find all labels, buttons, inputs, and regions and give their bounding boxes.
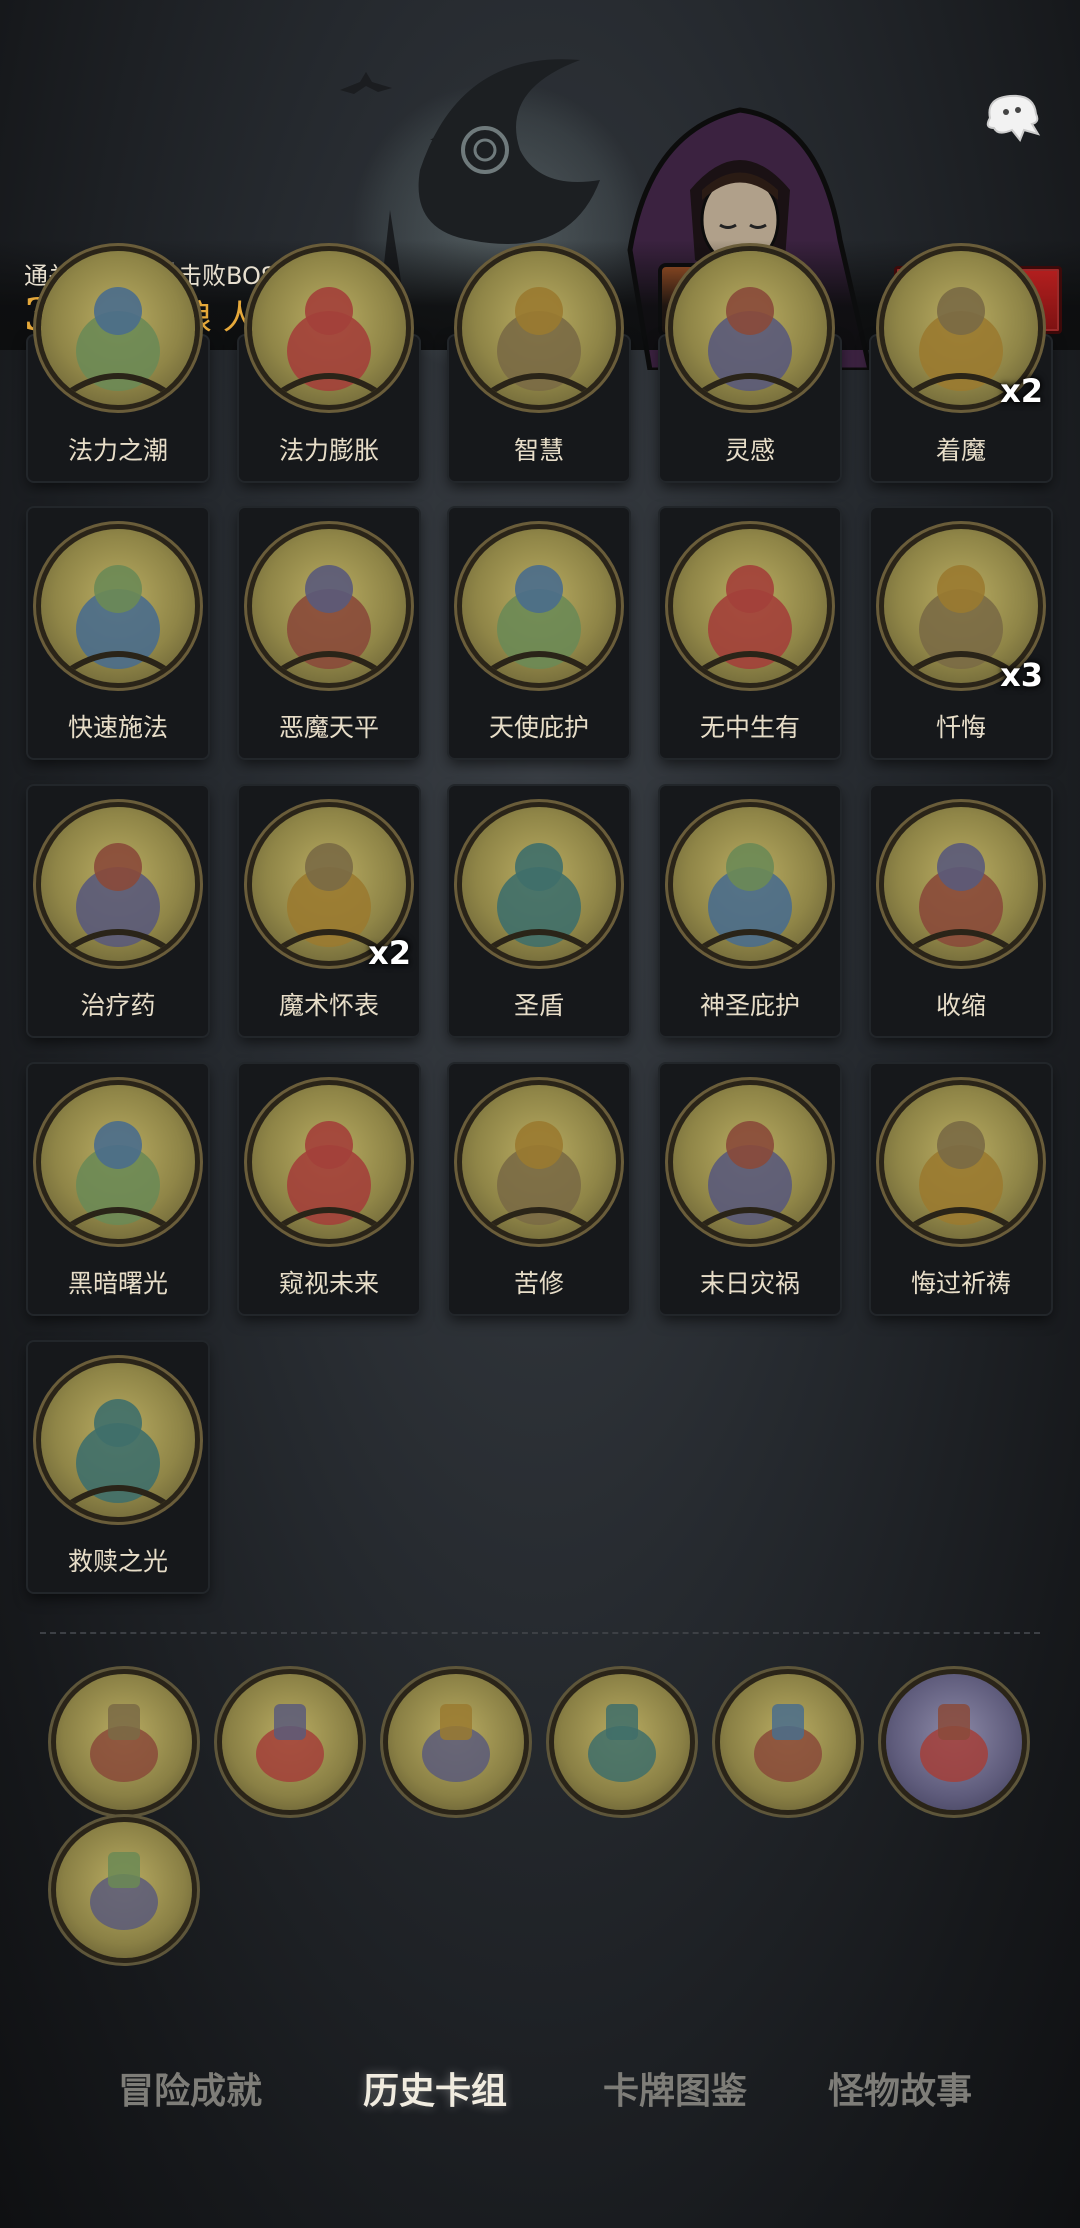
card-tile[interactable]: 悔过祈祷: [871, 1064, 1051, 1314]
card-art-icon: [252, 251, 406, 405]
card-name: 窥视未来: [278, 1269, 379, 1298]
card-tile[interactable]: 窥视未来: [239, 1064, 419, 1314]
card-hand-icon[interactable]: [720, 1674, 856, 1810]
card-tile[interactable]: 智慧: [449, 251, 629, 481]
card-art-icon: [673, 251, 827, 405]
card-art-icon: [462, 251, 616, 405]
card-art-icon: [884, 1085, 1038, 1239]
card-tile[interactable]: 灵感: [660, 251, 840, 481]
crystal-hand-icon[interactable]: [56, 1674, 192, 1810]
card-art-icon: [41, 807, 195, 961]
card-tile[interactable]: 神圣庇护: [660, 786, 840, 1036]
card-tile[interactable]: 法力之潮: [28, 251, 208, 481]
card-art-icon: [673, 529, 827, 683]
card-name: 黑暗曙光: [67, 1269, 168, 1298]
card-tile[interactable]: 无中生有: [660, 508, 840, 758]
musicians-icon[interactable]: [222, 1674, 358, 1810]
card-art-icon: [252, 529, 406, 683]
card-name: 恶魔天平: [278, 713, 379, 742]
card-name: 法力膨胀: [278, 436, 379, 465]
card-art-icon: [41, 1363, 195, 1517]
tab-monster-stories[interactable]: 怪物故事: [810, 2048, 990, 2128]
frozen-compass-icon[interactable]: [554, 1674, 690, 1810]
card-art-icon: [462, 807, 616, 961]
card-tile[interactable]: 黑暗曙光: [28, 1064, 208, 1314]
card-count-badge: x2: [368, 934, 411, 972]
card-tile[interactable]: 忏悔 x3: [871, 508, 1051, 758]
card-tile[interactable]: 恶魔天平: [239, 508, 419, 758]
card-name: 悔过祈祷: [910, 1269, 1011, 1298]
card-art-icon: [462, 1085, 616, 1239]
card-name: 苦修: [513, 1269, 564, 1298]
card-name: 天使庇护: [488, 713, 589, 742]
card-tile[interactable]: 治疗药: [28, 786, 208, 1036]
card-art-icon: [41, 1085, 195, 1239]
card-art-icon: [673, 1085, 827, 1239]
tab-achievements[interactable]: 冒险成就: [100, 2048, 280, 2128]
card-art-icon: [41, 251, 195, 405]
tab-card-gallery[interactable]: 卡牌图鉴: [585, 2048, 765, 2128]
bottom-tab-bar: 冒险成就 历史卡组 卡牌图鉴 怪物故事: [0, 2048, 1080, 2128]
card-name: 末日灾祸: [699, 1269, 800, 1298]
card-art-icon: [41, 529, 195, 683]
card-name: 着魔: [935, 436, 986, 465]
shield-book-icon[interactable]: [886, 1674, 1022, 1810]
ghost-icon[interactable]: [980, 88, 1044, 146]
card-name: 忏悔: [935, 713, 986, 742]
card-name: 智慧: [513, 436, 564, 465]
card-tile[interactable]: 圣盾: [449, 786, 629, 1036]
card-tile[interactable]: 苦修: [449, 1064, 629, 1314]
card-tile[interactable]: 着魔 x2: [871, 251, 1051, 481]
card-name: 法力之潮: [67, 436, 168, 465]
card-name: 圣盾: [513, 991, 564, 1020]
card-art-icon: [884, 807, 1038, 961]
card-tile[interactable]: 魔术怀表 x2: [239, 786, 419, 1036]
card-art-icon: [252, 1085, 406, 1239]
card-tile[interactable]: 收缩: [871, 786, 1051, 1036]
card-tile[interactable]: 法力膨胀: [239, 251, 419, 481]
card-trick-icon[interactable]: [56, 1822, 192, 1958]
card-art-icon: [462, 529, 616, 683]
card-name: 快速施法: [67, 713, 168, 742]
card-name: 治疗药: [80, 991, 156, 1020]
section-divider: [40, 1632, 1040, 1634]
card-name: 神圣庇护: [699, 991, 800, 1020]
card-tile[interactable]: 救赎之光: [28, 1342, 208, 1592]
card-name: 魔术怀表: [278, 991, 379, 1020]
card-name: 救赎之光: [67, 1547, 168, 1576]
card-tile[interactable]: 天使庇护: [449, 508, 629, 758]
zombie-reader-icon[interactable]: [388, 1674, 524, 1810]
card-art-icon: [673, 807, 827, 961]
card-count-badge: x2: [1000, 372, 1043, 410]
tab-history-deck[interactable]: 历史卡组: [345, 2048, 525, 2128]
card-tile[interactable]: 末日灾祸: [660, 1064, 840, 1314]
card-tile[interactable]: 快速施法: [28, 508, 208, 758]
card-name: 无中生有: [699, 713, 800, 742]
card-name: 收缩: [935, 991, 986, 1020]
card-name: 灵感: [724, 436, 775, 465]
card-count-badge: x3: [1000, 656, 1043, 694]
